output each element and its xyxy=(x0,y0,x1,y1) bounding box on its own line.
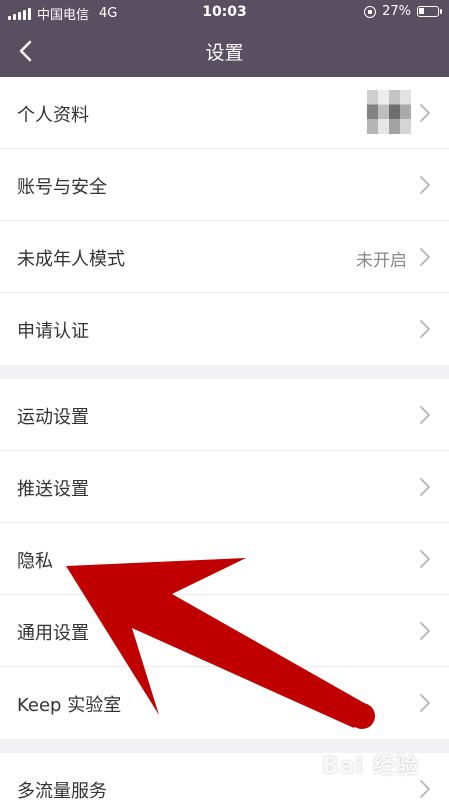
chevron-right-icon xyxy=(419,693,431,713)
battery-fill xyxy=(419,8,424,14)
settings-row[interactable]: 运动设置 xyxy=(0,379,449,451)
settings-row-label: Keep 实验室 xyxy=(17,695,122,716)
settings-row[interactable]: 隐私 xyxy=(0,523,449,595)
settings-row-label: 多流量服务 xyxy=(17,781,107,800)
settings-row[interactable]: 账号与安全 xyxy=(0,149,449,221)
settings-row-label: 申请认证 xyxy=(17,321,89,342)
settings-row[interactable]: 未成年人模式 未开启 xyxy=(0,221,449,293)
settings-row[interactable]: Keep 实验室 xyxy=(0,667,449,739)
watermark: Bai 经验 xyxy=(322,754,419,779)
settings-row-label: 未成年人模式 xyxy=(17,249,125,270)
chevron-right-icon xyxy=(419,103,431,123)
nav-bar: 设置 xyxy=(0,24,449,77)
chevron-right-icon xyxy=(419,319,431,339)
settings-row-label: 个人资料 xyxy=(17,105,89,126)
chevron-right-icon xyxy=(419,247,431,267)
chevron-right-icon xyxy=(419,175,431,195)
status-right: 27% xyxy=(364,4,442,19)
settings-row-label: 推送设置 xyxy=(17,479,89,500)
avatar xyxy=(367,90,411,134)
chevron-right-icon xyxy=(419,621,431,641)
settings-row-label: 隐私 xyxy=(17,551,53,572)
group-separator xyxy=(0,365,449,379)
settings-group: 个人资料账号与安全未成年人模式 未开启申请认证 xyxy=(0,77,449,365)
battery-percent: 27% xyxy=(382,4,411,19)
settings-group: 运动设置推送设置隐私通用设置 Keep 实验室 xyxy=(0,379,449,739)
app-header: 中国电信 4G 10:03 27% 设置 xyxy=(0,0,449,77)
settings-row-label: 运动设置 xyxy=(17,407,89,428)
chevron-right-icon xyxy=(419,549,431,569)
battery-icon xyxy=(417,6,442,17)
chevron-right-icon xyxy=(419,779,431,799)
settings-row[interactable]: 通用设置 xyxy=(0,595,449,667)
settings-row-label: 账号与安全 xyxy=(17,177,107,198)
settings-list: 个人资料账号与安全未成年人模式 未开启申请认证运动设置推送设置隐私通用设置 Keep… xyxy=(0,77,449,800)
settings-row-label: 通用设置 xyxy=(17,623,89,644)
chevron-right-icon xyxy=(419,405,431,425)
settings-row[interactable]: 推送设置 xyxy=(0,451,449,523)
settings-row-value: 未开启 xyxy=(356,251,407,271)
settings-row[interactable]: 申请认证 xyxy=(0,293,449,365)
chevron-right-icon xyxy=(419,477,431,497)
rotation-lock-icon xyxy=(364,5,377,18)
page-title: 设置 xyxy=(205,42,244,64)
settings-row[interactable]: 个人资料 xyxy=(0,77,449,149)
status-bar: 中国电信 4G 10:03 27% xyxy=(0,0,449,24)
